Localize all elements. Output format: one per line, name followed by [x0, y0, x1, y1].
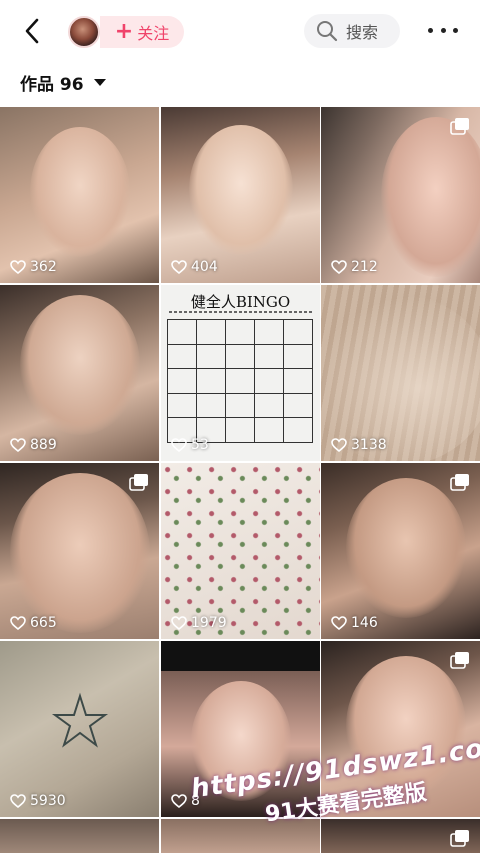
top-bar: + 关注 搜索: [0, 0, 480, 62]
bingo-grid: [167, 319, 313, 443]
bingo-subtitle-lines: [169, 311, 312, 313]
search-label: 搜索: [346, 23, 379, 42]
heart-icon: [331, 616, 347, 630]
heart-icon: [331, 260, 347, 274]
like-count: 146: [331, 615, 378, 631]
like-count: 404: [171, 259, 218, 275]
post-thumbnail[interactable]: 146: [321, 463, 480, 639]
bingo-title: 健全人BINGO: [190, 293, 291, 311]
multi-image-icon: [129, 474, 148, 491]
post-thumbnail[interactable]: 404: [161, 107, 320, 283]
post-thumbnail[interactable]: 3138: [321, 285, 480, 461]
back-button[interactable]: [18, 16, 46, 46]
follow-label: 关注: [137, 24, 170, 43]
portrait-image: [20, 295, 140, 435]
multi-image-icon: [450, 652, 469, 669]
heart-icon: [10, 794, 26, 808]
multi-image-icon: [450, 118, 469, 135]
portrait-image: [346, 478, 466, 618]
more-dot-icon: [440, 27, 446, 33]
multi-image-icon: [450, 474, 469, 491]
portrait-image: [10, 473, 150, 633]
like-count: 53: [171, 437, 209, 453]
search-icon: [317, 21, 338, 42]
heart-icon: [171, 438, 187, 452]
like-count: 5930: [10, 793, 66, 809]
post-thumbnail[interactable]: 362: [0, 107, 159, 283]
works-filter[interactable]: 作品 96: [20, 70, 106, 95]
post-thumbnail[interactable]: 健全人BINGO 53: [161, 285, 320, 461]
heart-icon: [171, 616, 187, 630]
follow-button[interactable]: + 关注: [100, 16, 184, 48]
like-count: 889: [10, 437, 57, 453]
more-button[interactable]: [428, 18, 458, 42]
heart-icon: [331, 438, 347, 452]
like-count: 1979: [171, 615, 227, 631]
post-thumbnail[interactable]: 212: [321, 107, 480, 283]
like-count: 665: [10, 615, 57, 631]
post-thumbnail[interactable]: 1979: [161, 463, 320, 639]
post-thumbnail[interactable]: [321, 819, 480, 853]
more-dot-icon: [428, 27, 433, 33]
chevron-left-icon: [25, 18, 39, 44]
plus-icon: +: [114, 19, 134, 44]
post-thumbnail[interactable]: [0, 819, 159, 853]
tattoo-image: [51, 692, 109, 748]
heart-icon: [10, 260, 26, 274]
avatar[interactable]: [68, 16, 100, 48]
like-count: 212: [331, 259, 378, 275]
search-button[interactable]: 搜索: [304, 14, 400, 48]
heart-icon: [171, 794, 187, 808]
post-thumbnail[interactable]: 889: [0, 285, 159, 461]
post-thumbnail[interactable]: 665: [0, 463, 159, 639]
heart-icon: [10, 616, 26, 630]
like-count: 362: [10, 259, 57, 275]
caret-down-icon: [93, 78, 106, 86]
portrait-image: [381, 117, 480, 277]
post-thumbnail[interactable]: 5930: [0, 641, 159, 817]
multi-image-icon: [450, 830, 469, 847]
like-count: 3138: [331, 437, 387, 453]
heart-icon: [171, 260, 187, 274]
portrait-image: [189, 125, 293, 255]
more-dot-icon: [453, 27, 458, 33]
portrait-image: [30, 127, 130, 257]
heart-icon: [10, 438, 26, 452]
works-count: 作品 96: [20, 74, 84, 95]
